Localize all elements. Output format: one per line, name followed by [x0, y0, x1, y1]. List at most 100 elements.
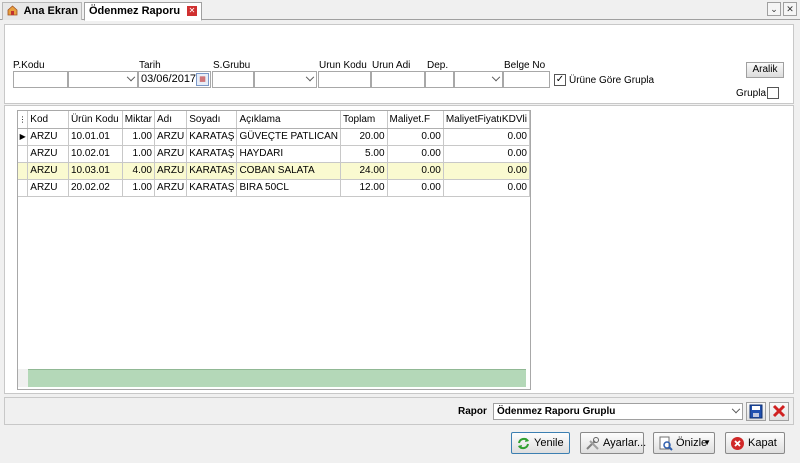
sgrubu-label: S.Grubu	[213, 60, 251, 71]
table-cell[interactable]: 0.00	[443, 145, 531, 163]
table-cell[interactable]: ARZU	[27, 128, 69, 146]
table-cell[interactable]: KARATAŞ	[186, 179, 238, 197]
column-header[interactable]: Maliyet.F	[387, 111, 444, 129]
table-cell[interactable]: 24.00	[340, 162, 388, 180]
column-header[interactable]: Kod	[27, 111, 69, 129]
save-icon	[749, 404, 763, 419]
urun-kodu-input[interactable]	[318, 71, 371, 88]
table-row[interactable]: ARZU 20.02.02 1.00 ARZU KARATAŞ BIRA 50CL 12.0…	[18, 179, 531, 197]
table-row[interactable]: ARZU 10.02.01 1.00 ARZU KARATAŞ HAYDARI 5.00 0.…	[18, 145, 531, 163]
home-icon	[7, 5, 18, 16]
column-header[interactable]: Miktar	[122, 111, 156, 129]
chevron-down-icon	[731, 404, 741, 414]
current-row-indicator-icon[interactable]: ▶	[18, 128, 29, 146]
table-cell[interactable]: ARZU	[154, 128, 188, 146]
table-cell[interactable]: ARZU	[27, 162, 69, 180]
table-cell[interactable]: ARZU	[27, 145, 69, 163]
table-cell[interactable]: 0.00	[443, 128, 531, 146]
table-cell[interactable]: ARZU	[27, 179, 69, 197]
tab-bar: Ana Ekran Ödenmez Raporu ✕ ⌄ ✕	[0, 0, 800, 21]
row-indicator[interactable]	[18, 179, 29, 197]
table-cell[interactable]: 20.00	[340, 128, 388, 146]
table-cell[interactable]: 1.00	[122, 179, 156, 197]
table-cell[interactable]: 4.00	[122, 162, 156, 180]
grupla-label: Grupla	[736, 88, 767, 99]
table-cell[interactable]: 0.00	[443, 162, 531, 180]
row-indicator[interactable]	[18, 145, 29, 163]
table-row[interactable]: ▶ ARZU 10.01.01 1.00 ARZU KARATAŞ GÜVEÇTE PATL…	[18, 128, 531, 146]
tarih-input[interactable]: 03/06/2017 ▦	[138, 71, 211, 88]
table-cell[interactable]: 1.00	[122, 128, 156, 146]
table-cell[interactable]: 20.02.02	[68, 179, 123, 197]
table-cell[interactable]: KARATAŞ	[186, 128, 238, 146]
table-cell[interactable]: HAYDARI	[236, 145, 341, 163]
onizle-button[interactable]: Önizle ▼	[653, 432, 715, 454]
column-header[interactable]: Adı	[154, 111, 188, 129]
grupla-checkbox[interactable]	[767, 87, 779, 99]
rapor-selected-value: Ödenmez Raporu Gruplu	[497, 406, 616, 417]
tab-odenmez-raporu[interactable]: Ödenmez Raporu ✕	[84, 2, 202, 21]
table-cell[interactable]: KARATAŞ	[186, 162, 238, 180]
table-cell[interactable]: 0.00	[443, 179, 531, 197]
table-cell[interactable]: 0.00	[387, 145, 444, 163]
calendar-icon[interactable]: ▦	[196, 73, 209, 86]
table-cell[interactable]: 10.03.01	[68, 162, 123, 180]
save-report-button[interactable]	[746, 402, 766, 421]
onizle-dropdown-icon[interactable]: ▼	[703, 433, 711, 453]
chevron-down-icon: ⌄	[770, 4, 778, 14]
kapat-button[interactable]: Kapat	[725, 432, 785, 454]
table-cell[interactable]: BIRA 50CL	[236, 179, 341, 197]
pkodu-input[interactable]	[13, 71, 68, 88]
table-cell[interactable]: ARZU	[154, 179, 188, 197]
dep-dropdown[interactable]	[454, 71, 503, 88]
urun-kodu-label: Urun Kodu	[319, 60, 367, 71]
yenile-label: Yenile	[534, 437, 564, 449]
sgrubu-input[interactable]	[212, 71, 254, 88]
report-bar: Rapor Ödenmez Raporu Gruplu	[4, 397, 794, 425]
aralik-button[interactable]: Aralik	[746, 62, 784, 78]
table-cell[interactable]: GÜVEÇTE PATLICAN	[236, 128, 341, 146]
row-indicator[interactable]	[18, 162, 29, 180]
column-header[interactable]: Açıklama	[236, 111, 341, 129]
close-icon: ✕	[786, 4, 794, 14]
rapor-select[interactable]: Ödenmez Raporu Gruplu	[493, 403, 743, 420]
table-cell[interactable]: 5.00	[340, 145, 388, 163]
table-cell[interactable]: ARZU	[154, 162, 188, 180]
pkodu-dropdown[interactable]	[68, 71, 138, 88]
grid-menu-icon[interactable]: ⋮	[18, 111, 29, 129]
close-window-button[interactable]: ✕	[783, 2, 797, 16]
tab-dropdown-button[interactable]: ⌄	[767, 2, 781, 16]
yenile-button[interactable]: Yenile	[511, 432, 570, 454]
close-tab-icon[interactable]: ✕	[187, 6, 197, 16]
preview-icon	[659, 436, 673, 451]
urune-gore-grupla-checkbox[interactable]: ✓	[554, 74, 566, 86]
tarih-value: 03/06/2017	[141, 73, 197, 85]
grid-table: ⋮ Kod Ürün Kodu Miktar Adı Soyadı Açıkla…	[18, 111, 531, 197]
aralik-label: Aralik	[752, 64, 778, 75]
tab-odenmez-raporu-label: Ödenmez Raporu	[89, 5, 181, 17]
table-cell[interactable]: KARATAŞ	[186, 145, 238, 163]
table-cell[interactable]: 0.00	[387, 162, 444, 180]
column-header[interactable]: Ürün Kodu	[68, 111, 123, 129]
column-header[interactable]: MaliyetFiyatıKDVli	[443, 111, 531, 129]
table-cell[interactable]: COBAN SALATA	[236, 162, 341, 180]
table-cell[interactable]: 10.01.01	[68, 128, 123, 146]
table-cell[interactable]: 10.02.01	[68, 145, 123, 163]
urun-adi-input[interactable]	[371, 71, 425, 88]
table-row[interactable]: ARZU 10.03.01 4.00 ARZU KARATAŞ COBAN SALATA 2…	[18, 162, 531, 180]
table-cell[interactable]: ARZU	[154, 145, 188, 163]
dep-input[interactable]	[425, 71, 454, 88]
belge-no-input[interactable]	[503, 71, 550, 88]
ayarlar-button[interactable]: Ayarlar...	[580, 432, 646, 454]
table-cell[interactable]: 0.00	[387, 179, 444, 197]
delete-report-button[interactable]	[769, 402, 789, 421]
table-cell[interactable]: 0.00	[387, 128, 444, 146]
data-grid[interactable]: ⋮ Kod Ürün Kodu Miktar Adı Soyadı Açıkla…	[17, 110, 531, 390]
tab-ana-ekran[interactable]: Ana Ekran	[2, 2, 82, 20]
column-header[interactable]: Toplam	[340, 111, 388, 129]
table-cell[interactable]: 1.00	[122, 145, 156, 163]
column-header[interactable]: Soyadı	[186, 111, 238, 129]
sgrubu-dropdown[interactable]	[254, 71, 317, 88]
filter-panel: P.Kodu Tarih 03/06/2017 ▦ S.Grubu Urun K…	[4, 24, 794, 104]
table-cell[interactable]: 12.00	[340, 179, 388, 197]
